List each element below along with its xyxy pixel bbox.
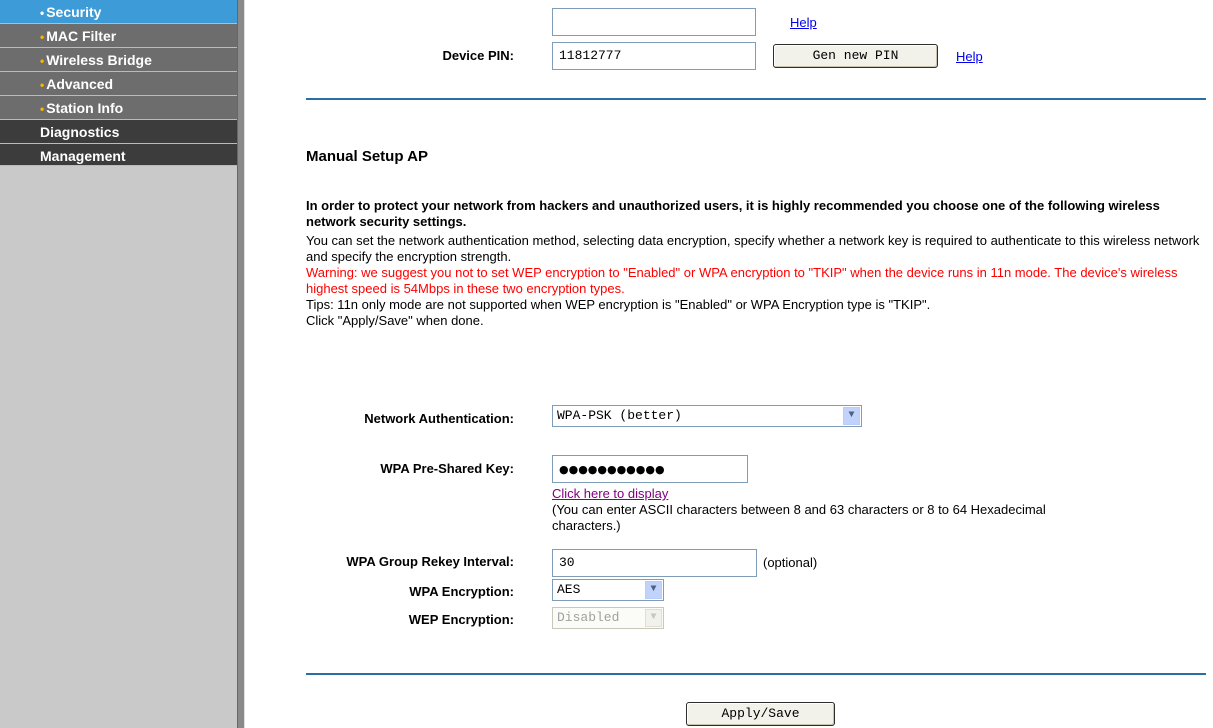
wpa-encryption-select[interactable]: AES ▼: [552, 579, 664, 601]
network-auth-value: WPA-PSK (better): [557, 408, 682, 423]
sidebar-item-diagnostics[interactable]: Diagnostics: [0, 120, 244, 144]
rekey-input[interactable]: 30: [552, 549, 757, 577]
psk-hint: (You can enter ASCII characters between …: [552, 502, 1046, 533]
warning-text: Warning: we suggest you not to set WEP e…: [306, 265, 1178, 296]
click-apply-text: Click "Apply/Save" when done.: [306, 313, 484, 328]
apply-save-button[interactable]: Apply/Save: [686, 702, 835, 726]
wps-help-link[interactable]: Help: [790, 15, 817, 30]
wpa-encryption-label: WPA Encryption:: [409, 584, 514, 599]
wep-encryption-value: Disabled: [557, 610, 620, 625]
intro-bold-text: In order to protect your network from ha…: [306, 198, 1160, 229]
psk-input[interactable]: ●●●●●●●●●●●: [552, 455, 748, 483]
gen-new-pin-button[interactable]: Gen new PIN: [773, 44, 938, 68]
psk-label: WPA Pre-Shared Key:: [380, 461, 514, 476]
section-divider: [306, 98, 1206, 100]
device-pin-label: Device PIN:: [442, 48, 514, 63]
chevron-down-icon: ▼: [645, 609, 662, 627]
wps-pin-input[interactable]: [552, 8, 756, 36]
click-to-display-link[interactable]: Click here to display: [552, 486, 668, 501]
sidebar: • Security • MAC Filter • Wireless Bridge •…: [0, 0, 244, 728]
sidebar-item-label: MAC Filter: [46, 28, 117, 44]
intro-text: You can set the network authentication m…: [306, 233, 1200, 264]
sidebar-item-security[interactable]: • Security: [0, 0, 244, 24]
sidebar-item-label: Advanced: [46, 76, 114, 92]
sidebar-item-label: Diagnostics: [40, 124, 120, 140]
device-pin-field[interactable]: 11812777: [552, 42, 756, 70]
section-title: Manual Setup AP: [306, 148, 428, 165]
bullet-icon: •: [40, 102, 45, 116]
wep-encryption-select: Disabled ▼: [552, 607, 664, 629]
sidebar-item-label: Management: [40, 148, 126, 164]
sidebar-item-station-info[interactable]: • Station Info: [0, 96, 244, 120]
chevron-down-icon[interactable]: ▼: [645, 581, 662, 599]
rekey-optional-note: (optional): [763, 555, 818, 570]
sidebar-item-mac-filter[interactable]: • MAC Filter: [0, 24, 244, 48]
pin-help-link[interactable]: Help: [956, 49, 983, 64]
network-auth-label: Network Authentication:: [364, 411, 514, 426]
sidebar-item-label: Security: [46, 4, 102, 20]
rekey-label: WPA Group Rekey Interval:: [346, 554, 514, 569]
bullet-icon: •: [40, 78, 45, 92]
bullet-icon: •: [40, 54, 45, 68]
wpa-encryption-value: AES: [557, 582, 581, 597]
sidebar-item-label: Station Info: [46, 100, 124, 116]
sidebar-item-advanced[interactable]: • Advanced: [0, 72, 244, 96]
chevron-down-icon[interactable]: ▼: [843, 407, 860, 425]
sidebar-item-management[interactable]: Management: [0, 144, 244, 166]
tips-text: Tips: 11n only mode are not supported wh…: [306, 297, 931, 312]
wep-encryption-label: WEP Encryption:: [408, 612, 514, 627]
sidebar-item-wireless-bridge[interactable]: • Wireless Bridge: [0, 48, 244, 72]
section-divider-bottom: [306, 673, 1206, 675]
network-auth-select[interactable]: WPA-PSK (better) ▼: [552, 405, 862, 427]
bullet-icon: •: [40, 30, 45, 44]
sidebar-item-label: Wireless Bridge: [46, 52, 152, 68]
bullet-icon: •: [40, 6, 45, 20]
sidebar-divider: [237, 0, 245, 728]
